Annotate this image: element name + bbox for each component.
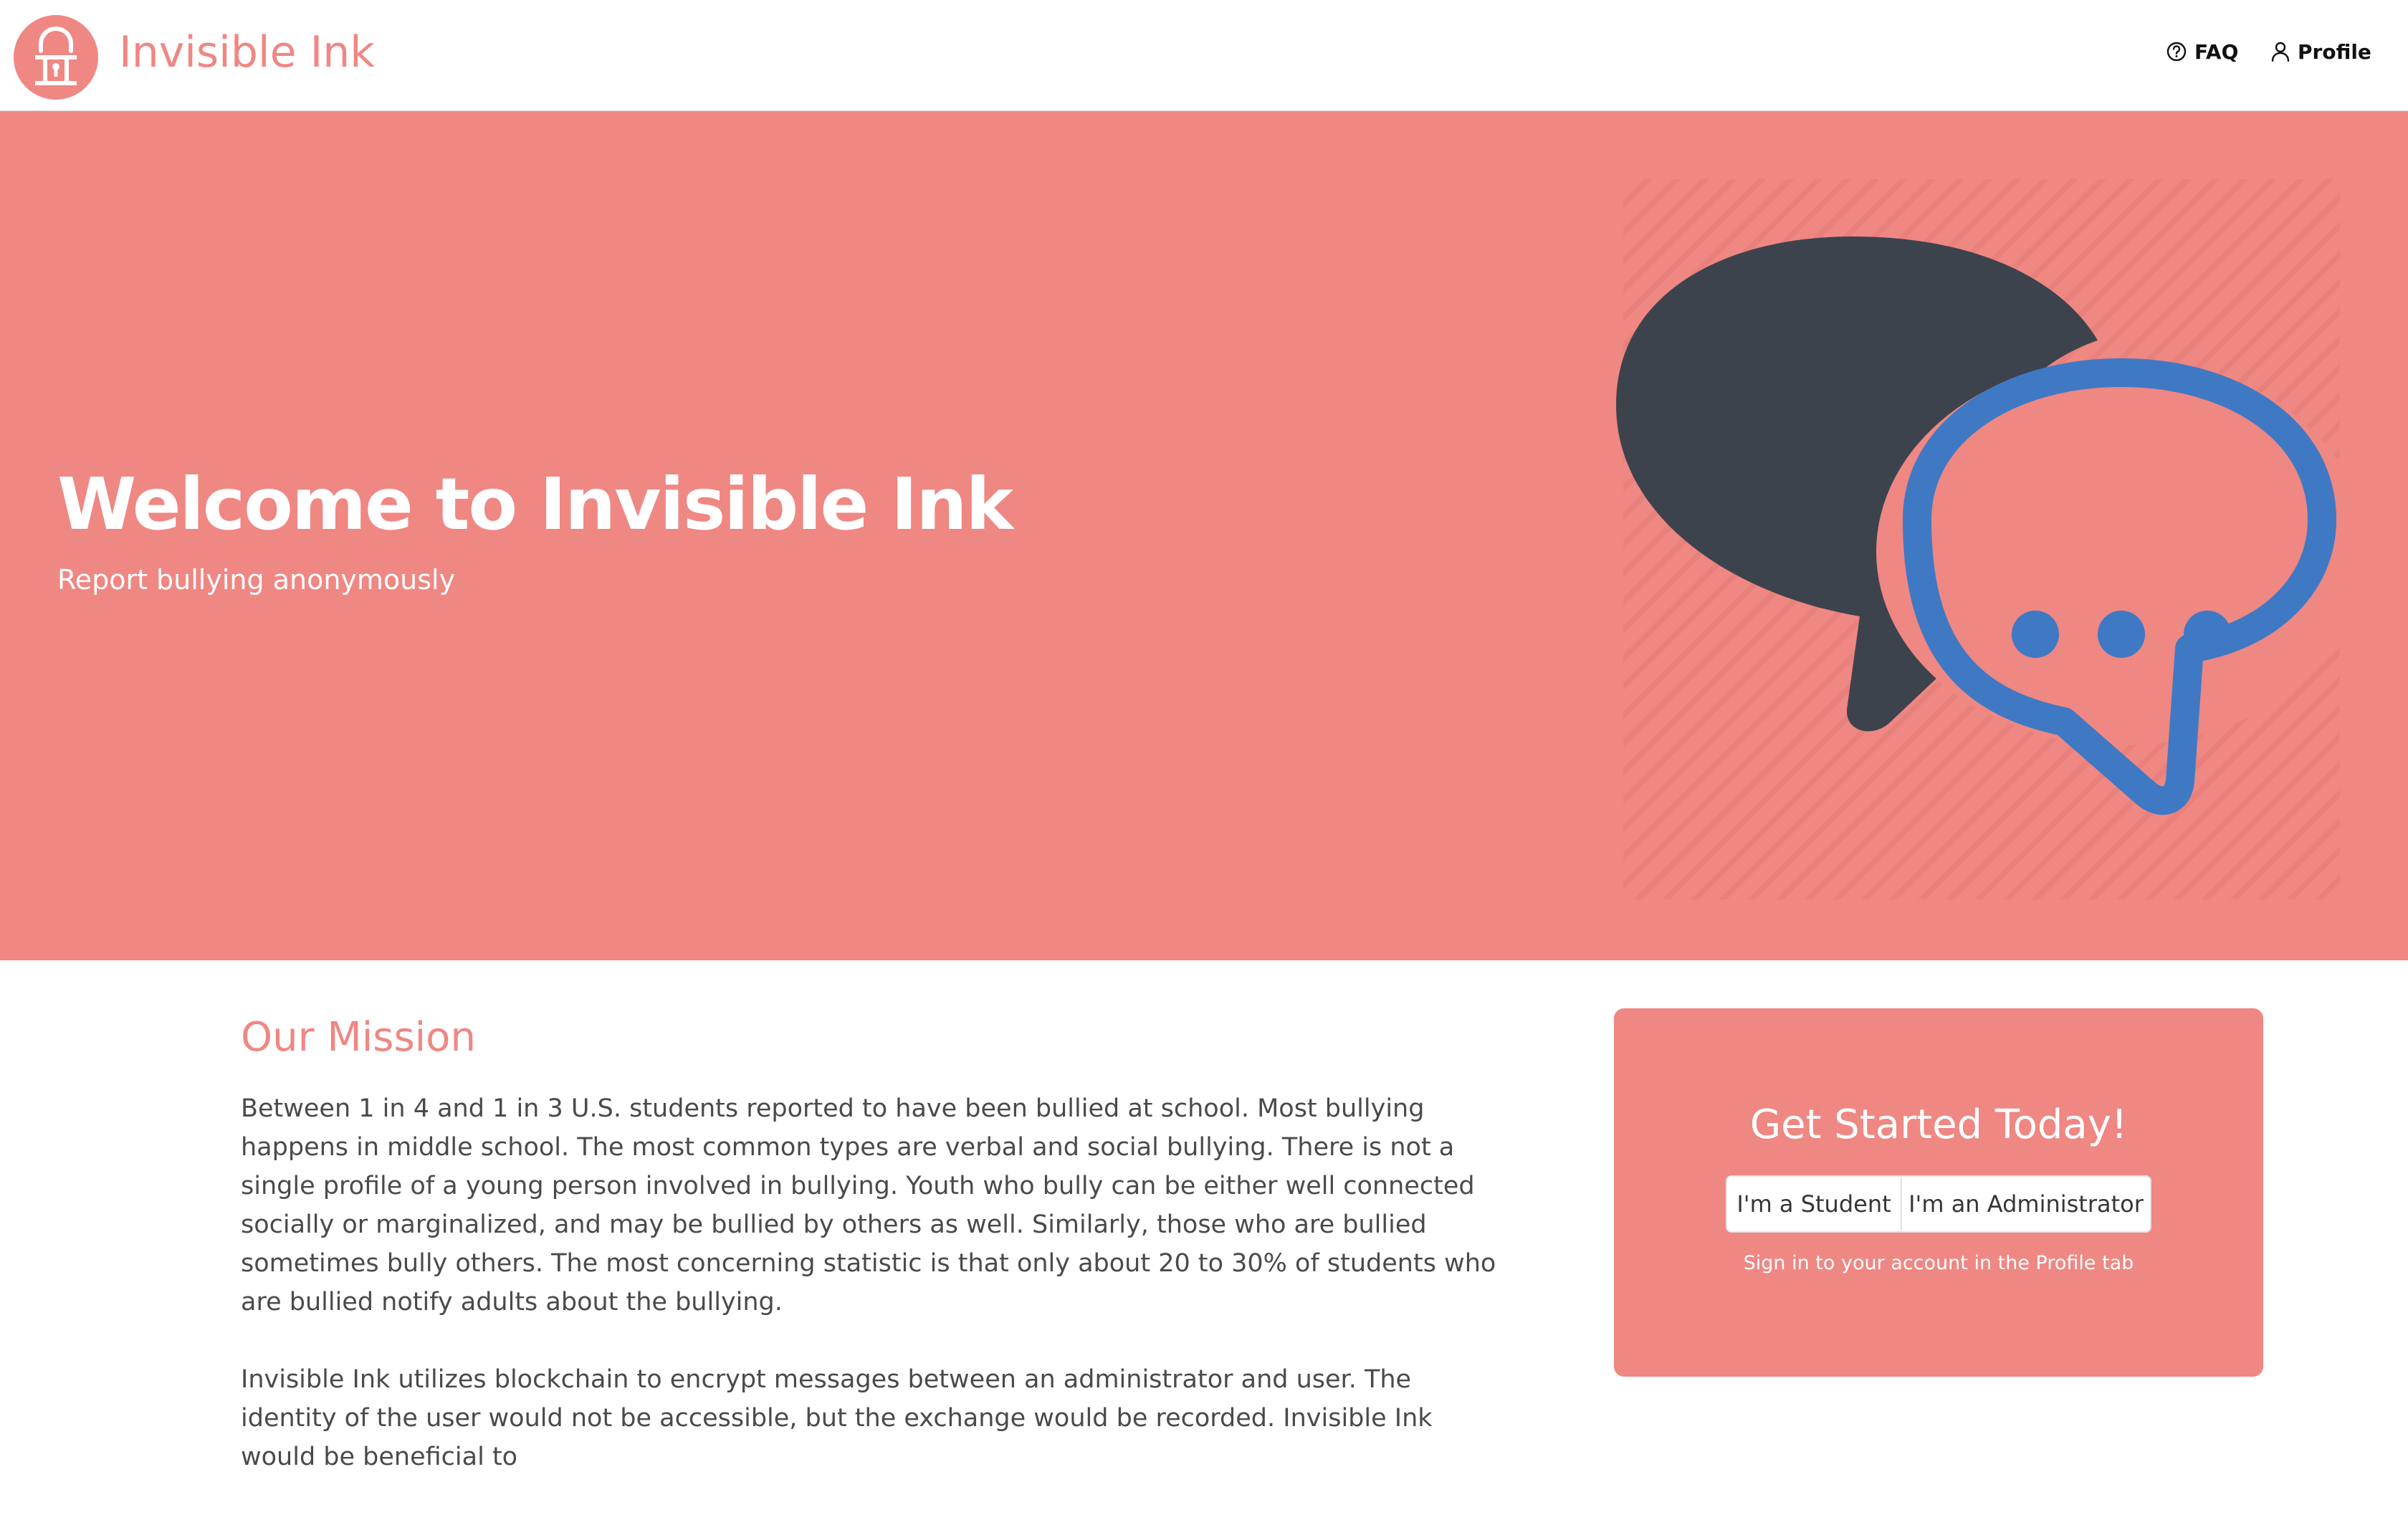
sign-in-hint: Sign in to your account in the Profile t…: [1743, 1252, 2134, 1274]
student-button[interactable]: I'm a Student: [1726, 1175, 1902, 1233]
nav-profile-link[interactable]: Profile: [2270, 37, 2371, 66]
role-button-group: I'm a Student I'm an Administrator: [1726, 1175, 2151, 1233]
padlock-logo-icon[interactable]: [14, 15, 98, 100]
mission-text: Between 1 in 4 and 1 in 3 U.S. students …: [241, 1089, 1502, 1515]
get-started-title: Get Started Today!: [1749, 1101, 2128, 1148]
hero-subtitle: Report bullying anonymously: [57, 564, 456, 596]
top-navbar: Invisible Ink FAQ Profile: [0, 0, 2408, 111]
hero-title: Welcome to Invisible Ink: [57, 462, 1013, 546]
nav-faq-link[interactable]: FAQ: [2166, 37, 2238, 66]
user-icon: [2271, 42, 2290, 62]
question-circle-icon: [2166, 42, 2187, 62]
nav-faq-label: FAQ: [2194, 39, 2239, 64]
chat-bubbles-icon: [1616, 179, 2347, 899]
nav-profile-label: Profile: [2298, 39, 2371, 64]
get-started-card: Get Started Today! I'm a Student I'm an …: [1614, 1008, 2263, 1377]
hero-banner: Welcome to Invisible Ink Report bullying…: [0, 111, 2408, 960]
administrator-button[interactable]: I'm an Administrator: [1902, 1175, 2151, 1233]
mission-paragraph-2: Invisible Ink utilizes blockchain to enc…: [241, 1365, 1433, 1471]
mission-heading: Our Mission: [241, 1014, 476, 1061]
mission-paragraph-1: Between 1 in 4 and 1 in 3 U.S. students …: [241, 1094, 1496, 1316]
brand-name[interactable]: Invisible Ink: [119, 27, 375, 77]
